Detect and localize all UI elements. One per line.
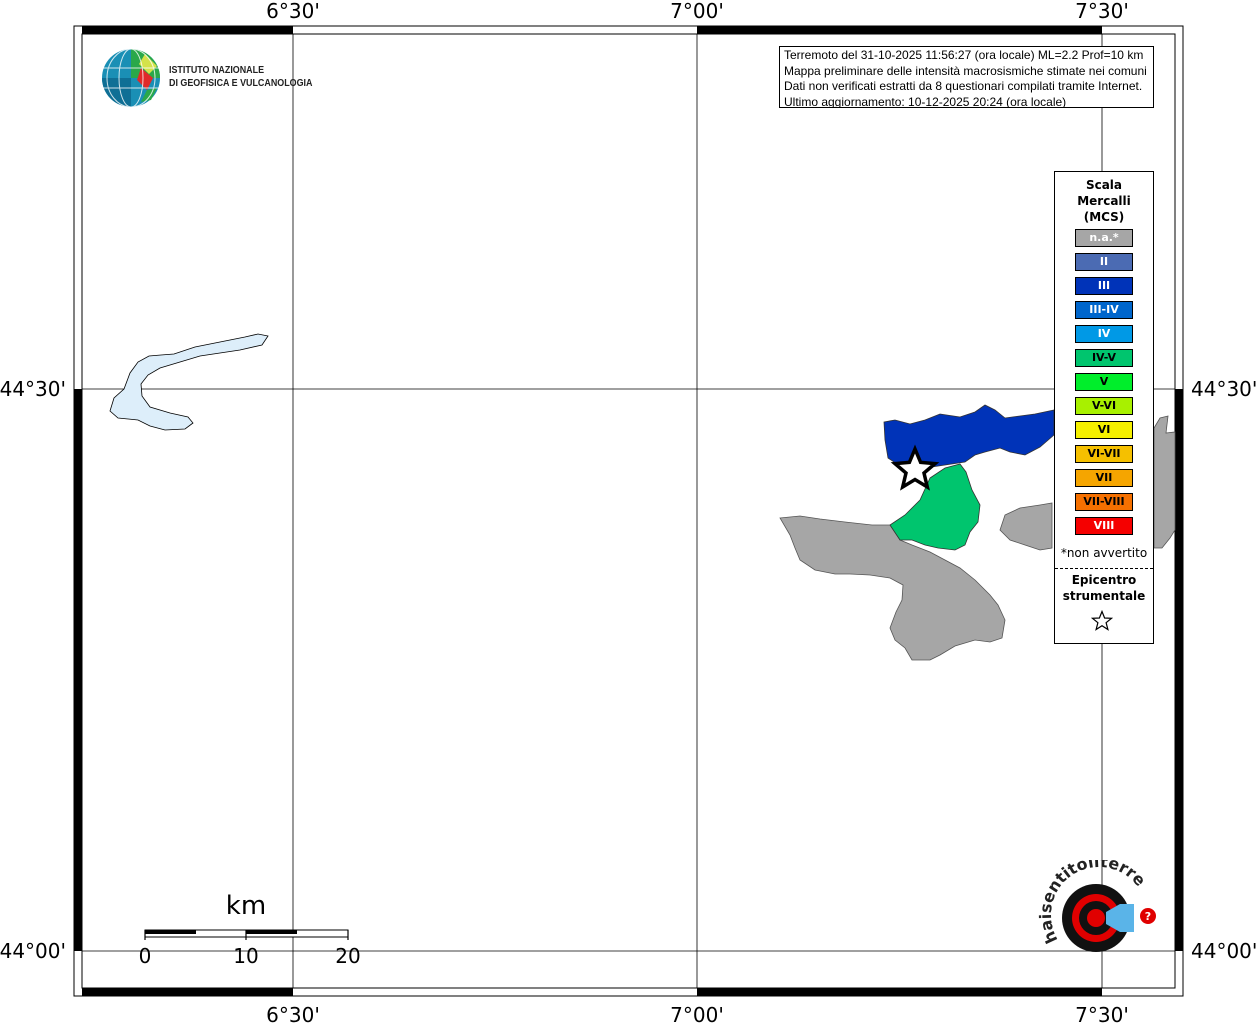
left-axis-label: 44°30' <box>0 377 66 401</box>
event-info-line: Mappa preliminare delle intensità macros… <box>784 63 1147 78</box>
legend-item: V <box>1075 373 1133 391</box>
legend-title-line1: Scala <box>1085 178 1123 192</box>
event-info-line: Dati non verificati estratti da 8 questi… <box>784 79 1143 93</box>
ingv-name: ISTITUTO NAZIONALE DI GEOFISICA E VULCAN… <box>169 64 312 90</box>
ingv-name-line2: DI GEOFISICA E VULCANOLOGIA <box>169 77 313 89</box>
intensity-legend: Scala Mercalli (MCS) n.a.* II III III-IV IV I… <box>1054 171 1154 644</box>
bottom-axis-label: 7°00' <box>670 1003 724 1024</box>
left-axis-label: 44°00' <box>0 939 66 963</box>
svg-text:?: ? <box>1145 910 1151 923</box>
area-not-felt-edge <box>1153 415 1176 549</box>
legend-item: III <box>1075 277 1133 295</box>
ingv-globe-icon <box>102 48 160 108</box>
bottom-axis-label: 6°30' <box>266 1003 320 1024</box>
event-info-box: Terremoto del 31-10-2025 11:56:27 (ora l… <box>779 46 1154 108</box>
legend-title-line2: Mercalli <box>1077 194 1131 208</box>
legend-note: *non avvertito <box>1060 546 1148 560</box>
legend-item: n.a.* <box>1075 229 1133 247</box>
legend-item: VI-VII <box>1075 445 1133 463</box>
top-axis-label: 7°00' <box>670 0 724 23</box>
hsit-logo-mark: ? haisentitoilterremoto.it <box>1028 845 1156 952</box>
legend-item: IV-V <box>1075 349 1133 367</box>
event-info-line: Terremoto del 31-10-2025 11:56:27 (ora l… <box>784 48 1144 62</box>
ingv-name-line1: ISTITUTO NAZIONALE <box>169 64 265 76</box>
scale-tick-label: 0 <box>139 944 152 968</box>
legend-item: IV <box>1075 325 1133 343</box>
legend-divider <box>1055 568 1153 569</box>
legend-title-line3: (MCS) <box>1083 210 1125 224</box>
scale-tick-label: 20 <box>335 944 360 968</box>
legend-epicenter-label: Epicentro strumentale <box>1055 572 1153 604</box>
top-axis-label: 6°30' <box>266 0 320 23</box>
legend-star-icon <box>1091 610 1113 631</box>
bottom-axis-label: 7°30' <box>1075 1003 1129 1024</box>
scale-unit: km <box>226 891 266 921</box>
legend-item: III-IV <box>1075 301 1133 319</box>
legend-title: Scala Mercalli (MCS) <box>1055 177 1153 225</box>
legend-epicenter-line1: Epicentro <box>1071 573 1137 587</box>
legend-item: VII <box>1075 469 1133 487</box>
legend-item: II <box>1075 253 1133 271</box>
ingv-logo: ISTITUTO NAZIONALE DI GEOFISICA E VULCAN… <box>101 48 312 110</box>
right-axis-label: 44°30' <box>1191 377 1256 401</box>
top-axis-label: 7°30' <box>1075 0 1129 23</box>
legend-item: V-VI <box>1075 397 1133 415</box>
legend-epicenter-line2: strumentale <box>1062 589 1146 603</box>
right-axis-label: 44°00' <box>1191 939 1256 963</box>
hsit-logo: ? haisentitoilterremoto.it <box>1028 845 1160 976</box>
event-info-line: Ultimo aggiornamento: 10-12-2025 20:24 (… <box>784 94 1067 108</box>
scale-tick-label: 10 <box>233 944 258 968</box>
legend-item: VII-VIII <box>1075 493 1133 511</box>
legend-item: VI <box>1075 421 1133 439</box>
legend-item: VIII <box>1075 517 1133 535</box>
